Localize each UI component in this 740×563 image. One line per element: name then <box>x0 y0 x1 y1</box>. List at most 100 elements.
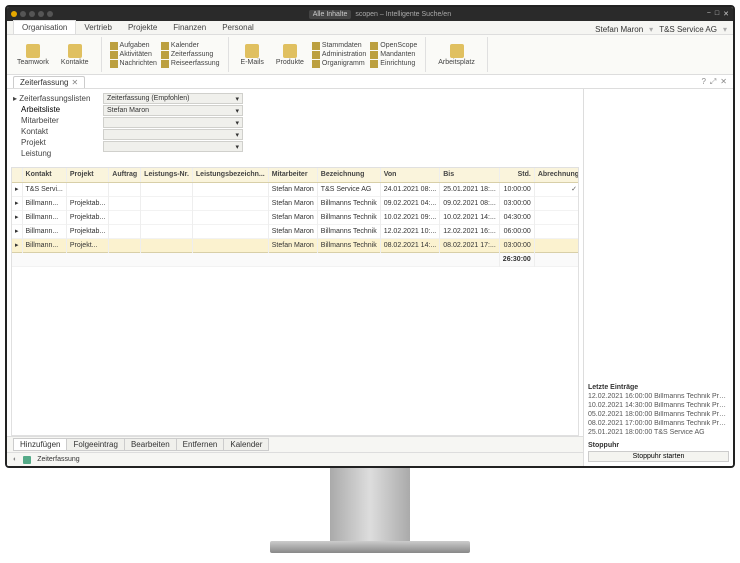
ribbon-btn-reiseerfassung[interactable]: Reiseerfassung <box>161 60 220 68</box>
grid-header-abrechnung[interactable]: Abrechnungsfreigabe <box>534 168 579 182</box>
ribbon-tab-finanzen[interactable]: Finanzen <box>165 21 214 34</box>
grid-header-projekt[interactable]: Projekt <box>66 168 108 182</box>
cell-abrechnungsfreigabe[interactable] <box>534 238 579 252</box>
filter-dropdown-list[interactable]: Zeiterfassung (Empfohlen)▾ <box>103 93 243 104</box>
cell-abrechnungsfreigabe[interactable] <box>534 196 579 210</box>
current-user-label[interactable]: Stefan Maron <box>595 25 643 34</box>
expand-icon[interactable]: ⤢ <box>710 77 716 87</box>
grid-header-leistungsbez[interactable]: Leistungsbezeichn... <box>192 168 268 182</box>
table-row[interactable]: ▸Billmann...Projektab...Stefan MaronBill… <box>12 196 579 210</box>
table-row[interactable]: ▸T&S Servi...Stefan MaronT&S Service AG2… <box>12 182 579 196</box>
row-expand-icon[interactable]: ▸ <box>12 182 22 196</box>
filter-dropdown-leistung[interactable]: ▾ <box>103 141 243 152</box>
ribbon-btn-zeiterfassung[interactable]: Zeiterfassung <box>161 51 220 59</box>
grid-header-von[interactable]: Von <box>380 168 440 182</box>
bottom-tab-entfernen[interactable]: Entfernen <box>176 438 225 451</box>
last-entry-item[interactable]: 12.02.2021 16:00:00 Billmanns Technik Pr… <box>588 393 729 400</box>
ribbon-tab-projekte[interactable]: Projekte <box>120 21 165 34</box>
qat-icon-3[interactable] <box>29 11 35 17</box>
cell-projekt: Projektab... <box>66 224 108 238</box>
filter-item-leistung[interactable]: Leistung <box>13 148 103 159</box>
ribbon-tab-organisation[interactable]: Organisation <box>13 20 76 34</box>
ribbon-btn-kontakte[interactable]: Kontakte <box>57 37 93 72</box>
grid-header-bezeichnung[interactable]: Bezeichnung <box>317 168 380 182</box>
row-expand-icon[interactable]: ▸ <box>12 224 22 238</box>
ribbon-btn-arbeitsplatz[interactable]: Arbeitsplatz <box>434 37 479 72</box>
table-row[interactable]: ▸Billmann...Projekt...Stefan MaronBillma… <box>12 238 579 252</box>
ribbon-tab-personal[interactable]: Personal <box>214 21 262 34</box>
global-search-scope[interactable]: Alle Inhalte <box>309 10 352 19</box>
ribbon-btn-emails[interactable]: E-Mails <box>237 37 268 72</box>
qat-icon-1[interactable] <box>11 11 17 17</box>
maximize-button[interactable]: □ <box>715 10 719 18</box>
filter-tree-root[interactable]: ▸ Zeiterfassungslisten <box>13 93 103 104</box>
bottom-tab-kalender[interactable]: Kalender <box>223 438 269 451</box>
bottom-tab-bearbeiten[interactable]: Bearbeiten <box>124 438 177 451</box>
ribbon-btn-teamwork[interactable]: Teamwork <box>13 37 53 72</box>
grid-header-expand[interactable] <box>12 168 22 182</box>
email-icon <box>245 44 259 58</box>
filter-item-mitarbeiter[interactable]: Mitarbeiter <box>13 115 103 126</box>
grid-header-leistungsnr[interactable]: Leistungs-Nr. <box>141 168 193 182</box>
filter-dropdown-kontakt[interactable]: ▾ <box>103 117 243 128</box>
cell-mitarbeiter: Stefan Maron <box>268 196 317 210</box>
last-entry-item[interactable]: 25.01.2021 18:00:00 T&S Service AG <box>588 429 729 436</box>
document-tab-close-icon[interactable]: ✕ <box>71 78 78 87</box>
last-entry-item[interactable]: 10.02.2021 14:30:00 Billmanns Technik Pr… <box>588 402 729 409</box>
ribbon-btn-organigramm[interactable]: Organigramm <box>312 60 366 68</box>
last-entry-item[interactable]: 05.02.2021 18:00:00 Billmanns Technik Pr… <box>588 411 729 418</box>
chevron-down-icon: ▾ <box>235 131 239 139</box>
cell-abrechnungsfreigabe[interactable]: ✓ <box>534 182 579 196</box>
qat-icon-2[interactable] <box>20 11 26 17</box>
ribbon-btn-administration[interactable]: Administration <box>312 51 366 59</box>
status-icon-nav[interactable]: ◐ <box>13 456 17 463</box>
grid-header-kontakt[interactable]: Kontakt <box>22 168 66 182</box>
qat-icon-4[interactable] <box>38 11 44 17</box>
cell-bis: 09.02.2021 08:... <box>440 196 500 210</box>
ribbon-btn-openscope[interactable]: OpenScope <box>370 42 417 50</box>
row-expand-icon[interactable]: ▸ <box>12 238 22 252</box>
monitor-stand-neck <box>330 468 410 543</box>
table-row[interactable]: ▸Billmann...Projektab...Stefan MaronBill… <box>12 210 579 224</box>
products-icon <box>283 44 297 58</box>
current-company-label[interactable]: T&S Service AG <box>659 25 717 34</box>
grid-header-bis[interactable]: Bis <box>440 168 500 182</box>
cell-leistungsbez <box>192 238 268 252</box>
ribbon-btn-stammdaten[interactable]: Stammdaten <box>312 42 366 50</box>
grid-header-std[interactable]: Std. <box>499 168 534 182</box>
filter-item-kontakt[interactable]: Kontakt <box>13 126 103 137</box>
row-expand-icon[interactable]: ▸ <box>12 210 22 224</box>
stopwatch-start-button[interactable]: Stoppuhr starten <box>588 451 729 462</box>
status-icon-chart[interactable] <box>23 456 31 464</box>
help-icon[interactable]: ? <box>701 77 705 87</box>
content-area: ▸ Zeiterfassungslisten Arbeitsliste Mita… <box>7 89 733 466</box>
filter-dropdown-projekt[interactable]: ▾ <box>103 129 243 140</box>
table-row[interactable]: ▸Billmann...Projektab...Stefan MaronBill… <box>12 224 579 238</box>
qat-icon-5[interactable] <box>47 11 53 17</box>
bottom-tab-hinzufuegen[interactable]: Hinzufügen <box>13 438 67 451</box>
ribbon-btn-aufgaben[interactable]: Aufgaben <box>110 42 157 50</box>
filter-item-arbeitsliste[interactable]: Arbeitsliste <box>13 104 103 115</box>
ribbon-tab-vertrieb[interactable]: Vertrieb <box>76 21 120 34</box>
ribbon-btn-kalender[interactable]: Kalender <box>161 42 220 50</box>
cell-abrechnungsfreigabe[interactable] <box>534 210 579 224</box>
time-entries-grid[interactable]: Kontakt Projekt Auftrag Leistungs-Nr. Le… <box>11 167 579 436</box>
grid-header-auftrag[interactable]: Auftrag <box>109 168 141 182</box>
grid-header-mitarbeiter[interactable]: Mitarbeiter <box>268 168 317 182</box>
filter-dropdown-mitarbeiter[interactable]: Stefan Maron▾ <box>103 105 243 116</box>
minimize-button[interactable]: − <box>707 10 711 18</box>
ribbon-btn-einrichtung[interactable]: Einrichtung <box>370 60 417 68</box>
ribbon-btn-aktivitaeten[interactable]: Aktivitäten <box>110 51 157 59</box>
bottom-tab-folgeeintrag[interactable]: Folgeeintrag <box>66 438 124 451</box>
document-tab-zeiterfassung[interactable]: Zeiterfassung ✕ <box>13 76 85 88</box>
row-expand-icon[interactable]: ▸ <box>12 196 22 210</box>
ribbon-btn-produkte[interactable]: Produkte <box>272 37 308 72</box>
ribbon-btn-nachrichten[interactable]: Nachrichten <box>110 60 157 68</box>
ribbon-group-4: Arbeitsplatz <box>434 37 488 72</box>
close-button[interactable]: ✕ <box>723 10 729 18</box>
cell-abrechnungsfreigabe[interactable] <box>534 224 579 238</box>
ribbon-btn-mandanten[interactable]: Mandanten <box>370 51 417 59</box>
filter-item-projekt[interactable]: Projekt <box>13 137 103 148</box>
last-entry-item[interactable]: 08.02.2021 17:00:00 Billmanns Technik Pr… <box>588 420 729 427</box>
pane-close-icon[interactable]: ✕ <box>720 77 727 87</box>
